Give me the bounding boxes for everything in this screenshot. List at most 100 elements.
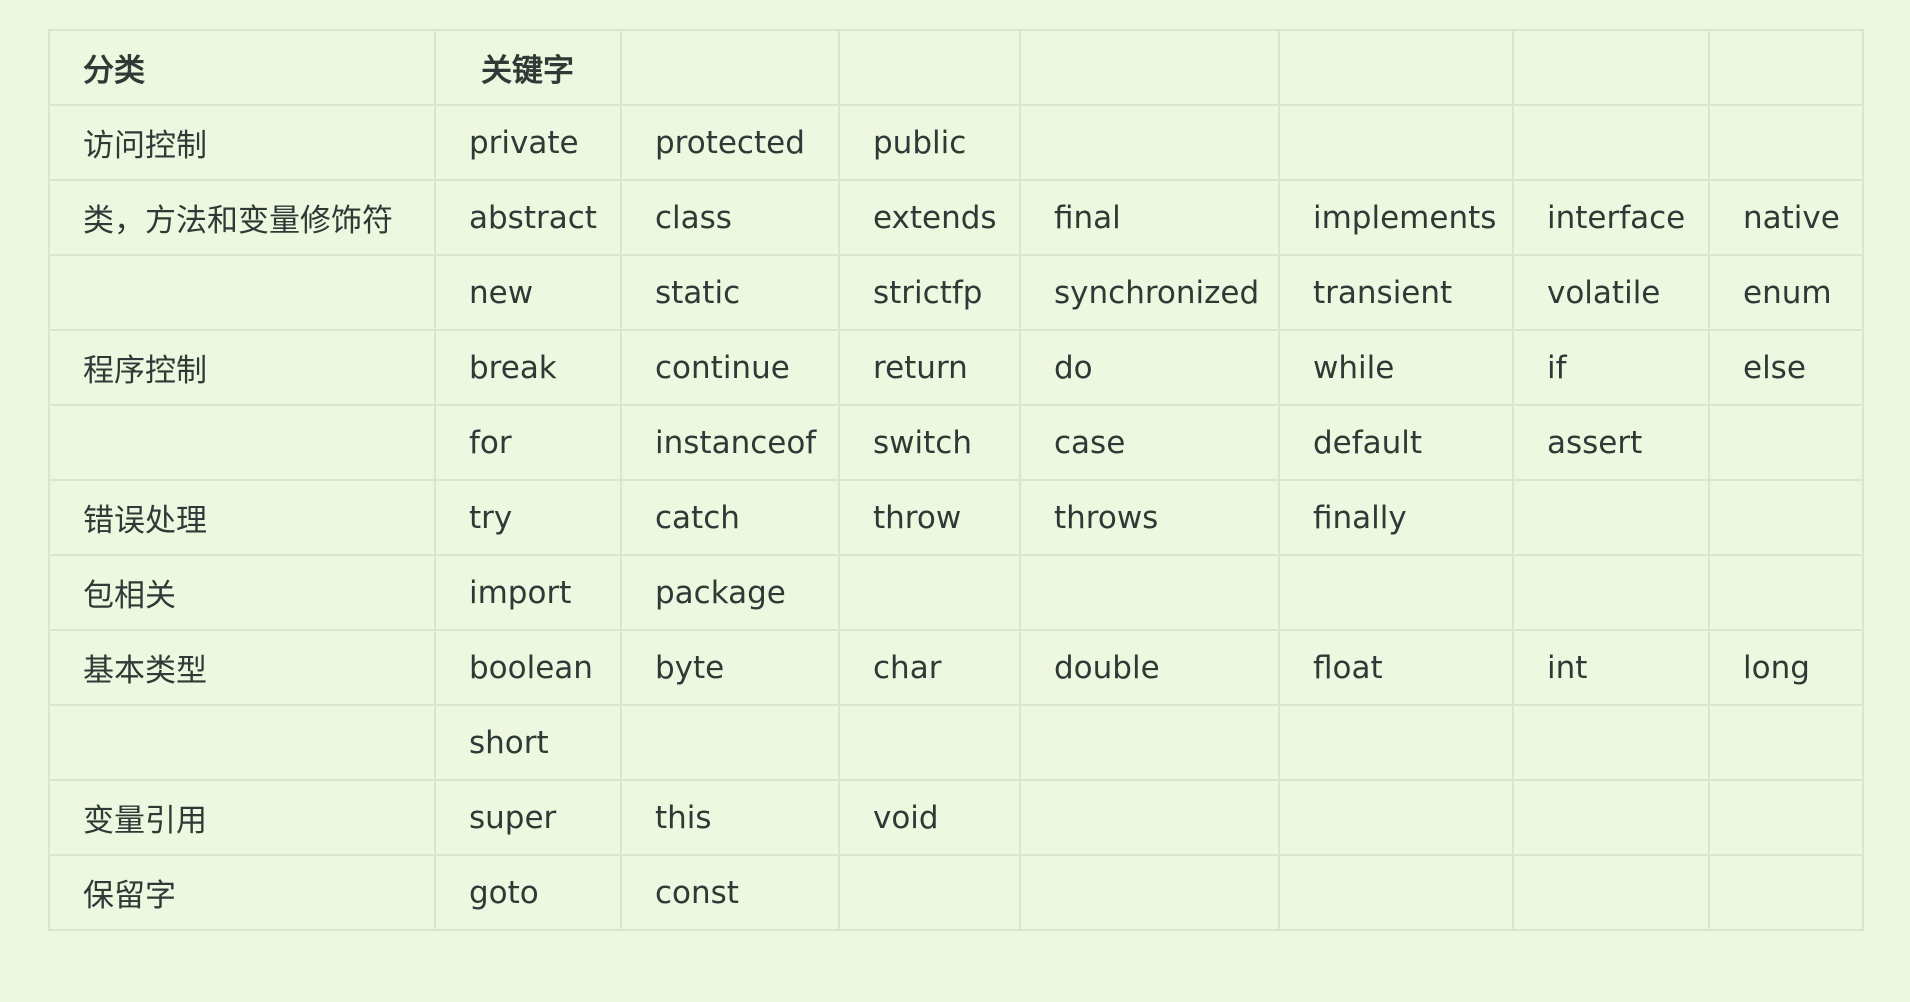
header-empty-cell — [1708, 29, 1864, 106]
keyword-cell: static — [620, 254, 840, 331]
keyword-cell — [620, 704, 840, 781]
category-cell: 错误处理 — [48, 479, 436, 556]
keyword-cell: try — [434, 479, 622, 556]
keyword-cell — [1278, 854, 1514, 931]
keyword-cell — [1512, 104, 1710, 181]
keyword-cell — [1019, 104, 1280, 181]
keyword-cell: throws — [1019, 479, 1280, 556]
category-cell: 保留字 — [48, 854, 436, 931]
keyword-cell: private — [434, 104, 622, 181]
table-row: 程序控制 break continue return do while if else — [48, 329, 1864, 406]
keyword-cell: throw — [838, 479, 1021, 556]
keyword-cell: final — [1019, 179, 1280, 256]
keyword-cell: return — [838, 329, 1021, 406]
keyword-table-container: 分类 关键字 访问控制 private protected public 类，方法和变量… — [48, 29, 1864, 931]
keyword-cell — [838, 554, 1021, 631]
keyword-cell: assert — [1512, 404, 1710, 481]
category-cell: 程序控制 — [48, 329, 436, 406]
table-row: new static strictfp synchronized transient vo… — [48, 254, 1864, 331]
keyword-cell: finally — [1278, 479, 1514, 556]
keyword-cell — [1278, 779, 1514, 856]
keyword-cell — [1708, 554, 1864, 631]
table-row: 保留字 goto const — [48, 854, 1864, 931]
category-cell: 类，方法和变量修饰符 — [48, 179, 436, 256]
keyword-cell: implements — [1278, 179, 1514, 256]
keyword-cell — [1512, 554, 1710, 631]
category-cell — [48, 404, 436, 481]
keyword-cell: float — [1278, 629, 1514, 706]
keyword-cell: char — [838, 629, 1021, 706]
category-cell: 基本类型 — [48, 629, 436, 706]
header-empty-cell — [620, 29, 840, 106]
keyword-cell — [1512, 779, 1710, 856]
keyword-cell — [1512, 704, 1710, 781]
keyword-cell: abstract — [434, 179, 622, 256]
keyword-cell — [1708, 854, 1864, 931]
keyword-cell: byte — [620, 629, 840, 706]
keyword-cell: break — [434, 329, 622, 406]
header-keywords: 关键字 — [434, 29, 622, 106]
table-row: 变量引用 super this void — [48, 779, 1864, 856]
keyword-cell — [1019, 704, 1280, 781]
keyword-cell: continue — [620, 329, 840, 406]
keyword-cell — [1512, 479, 1710, 556]
table-row: 访问控制 private protected public — [48, 104, 1864, 181]
keyword-cell: const — [620, 854, 840, 931]
category-cell — [48, 704, 436, 781]
keyword-cell: this — [620, 779, 840, 856]
keyword-cell — [1708, 404, 1864, 481]
keyword-cell: protected — [620, 104, 840, 181]
keyword-cell: short — [434, 704, 622, 781]
keyword-cell: super — [434, 779, 622, 856]
keyword-cell: else — [1708, 329, 1864, 406]
keyword-cell — [1512, 854, 1710, 931]
keyword-cell: interface — [1512, 179, 1710, 256]
keyword-cell: native — [1708, 179, 1864, 256]
category-cell: 变量引用 — [48, 779, 436, 856]
keyword-cell — [838, 704, 1021, 781]
keyword-cell: instanceof — [620, 404, 840, 481]
keyword-cell — [1019, 854, 1280, 931]
java-keyword-table: 分类 关键字 访问控制 private protected public 类，方法和变量… — [48, 29, 1864, 931]
header-empty-cell — [838, 29, 1021, 106]
keyword-cell: boolean — [434, 629, 622, 706]
keyword-cell: package — [620, 554, 840, 631]
keyword-cell: synchronized — [1019, 254, 1280, 331]
keyword-cell — [1019, 779, 1280, 856]
keyword-cell: transient — [1278, 254, 1514, 331]
keyword-cell — [1708, 704, 1864, 781]
keyword-cell: public — [838, 104, 1021, 181]
header-empty-cell — [1019, 29, 1280, 106]
table-header-row: 分类 关键字 — [48, 29, 1864, 106]
keyword-cell: extends — [838, 179, 1021, 256]
keyword-cell: class — [620, 179, 840, 256]
keyword-cell — [1708, 479, 1864, 556]
keyword-cell: import — [434, 554, 622, 631]
keyword-cell: goto — [434, 854, 622, 931]
keyword-cell: default — [1278, 404, 1514, 481]
keyword-cell — [1708, 104, 1864, 181]
keyword-cell: long — [1708, 629, 1864, 706]
keyword-cell — [1278, 704, 1514, 781]
keyword-cell: void — [838, 779, 1021, 856]
keyword-cell — [1708, 779, 1864, 856]
table-row: 基本类型 boolean byte char double float int long — [48, 629, 1864, 706]
keyword-cell: int — [1512, 629, 1710, 706]
keyword-cell: do — [1019, 329, 1280, 406]
table-row: short — [48, 704, 1864, 781]
header-empty-cell — [1512, 29, 1710, 106]
table-row: for instanceof switch case default assert — [48, 404, 1864, 481]
keyword-cell — [838, 854, 1021, 931]
keyword-cell: new — [434, 254, 622, 331]
keyword-cell: enum — [1708, 254, 1864, 331]
keyword-cell: volatile — [1512, 254, 1710, 331]
table-body: 访问控制 private protected public 类，方法和变量修饰符 abst… — [48, 104, 1864, 931]
keyword-cell: strictfp — [838, 254, 1021, 331]
keyword-cell: double — [1019, 629, 1280, 706]
keyword-cell — [1278, 554, 1514, 631]
table-row: 错误处理 try catch throw throws finally — [48, 479, 1864, 556]
table-row: 包相关 import package — [48, 554, 1864, 631]
keyword-cell: switch — [838, 404, 1021, 481]
table-row: 类，方法和变量修饰符 abstract class extends final imple… — [48, 179, 1864, 256]
category-cell: 包相关 — [48, 554, 436, 631]
